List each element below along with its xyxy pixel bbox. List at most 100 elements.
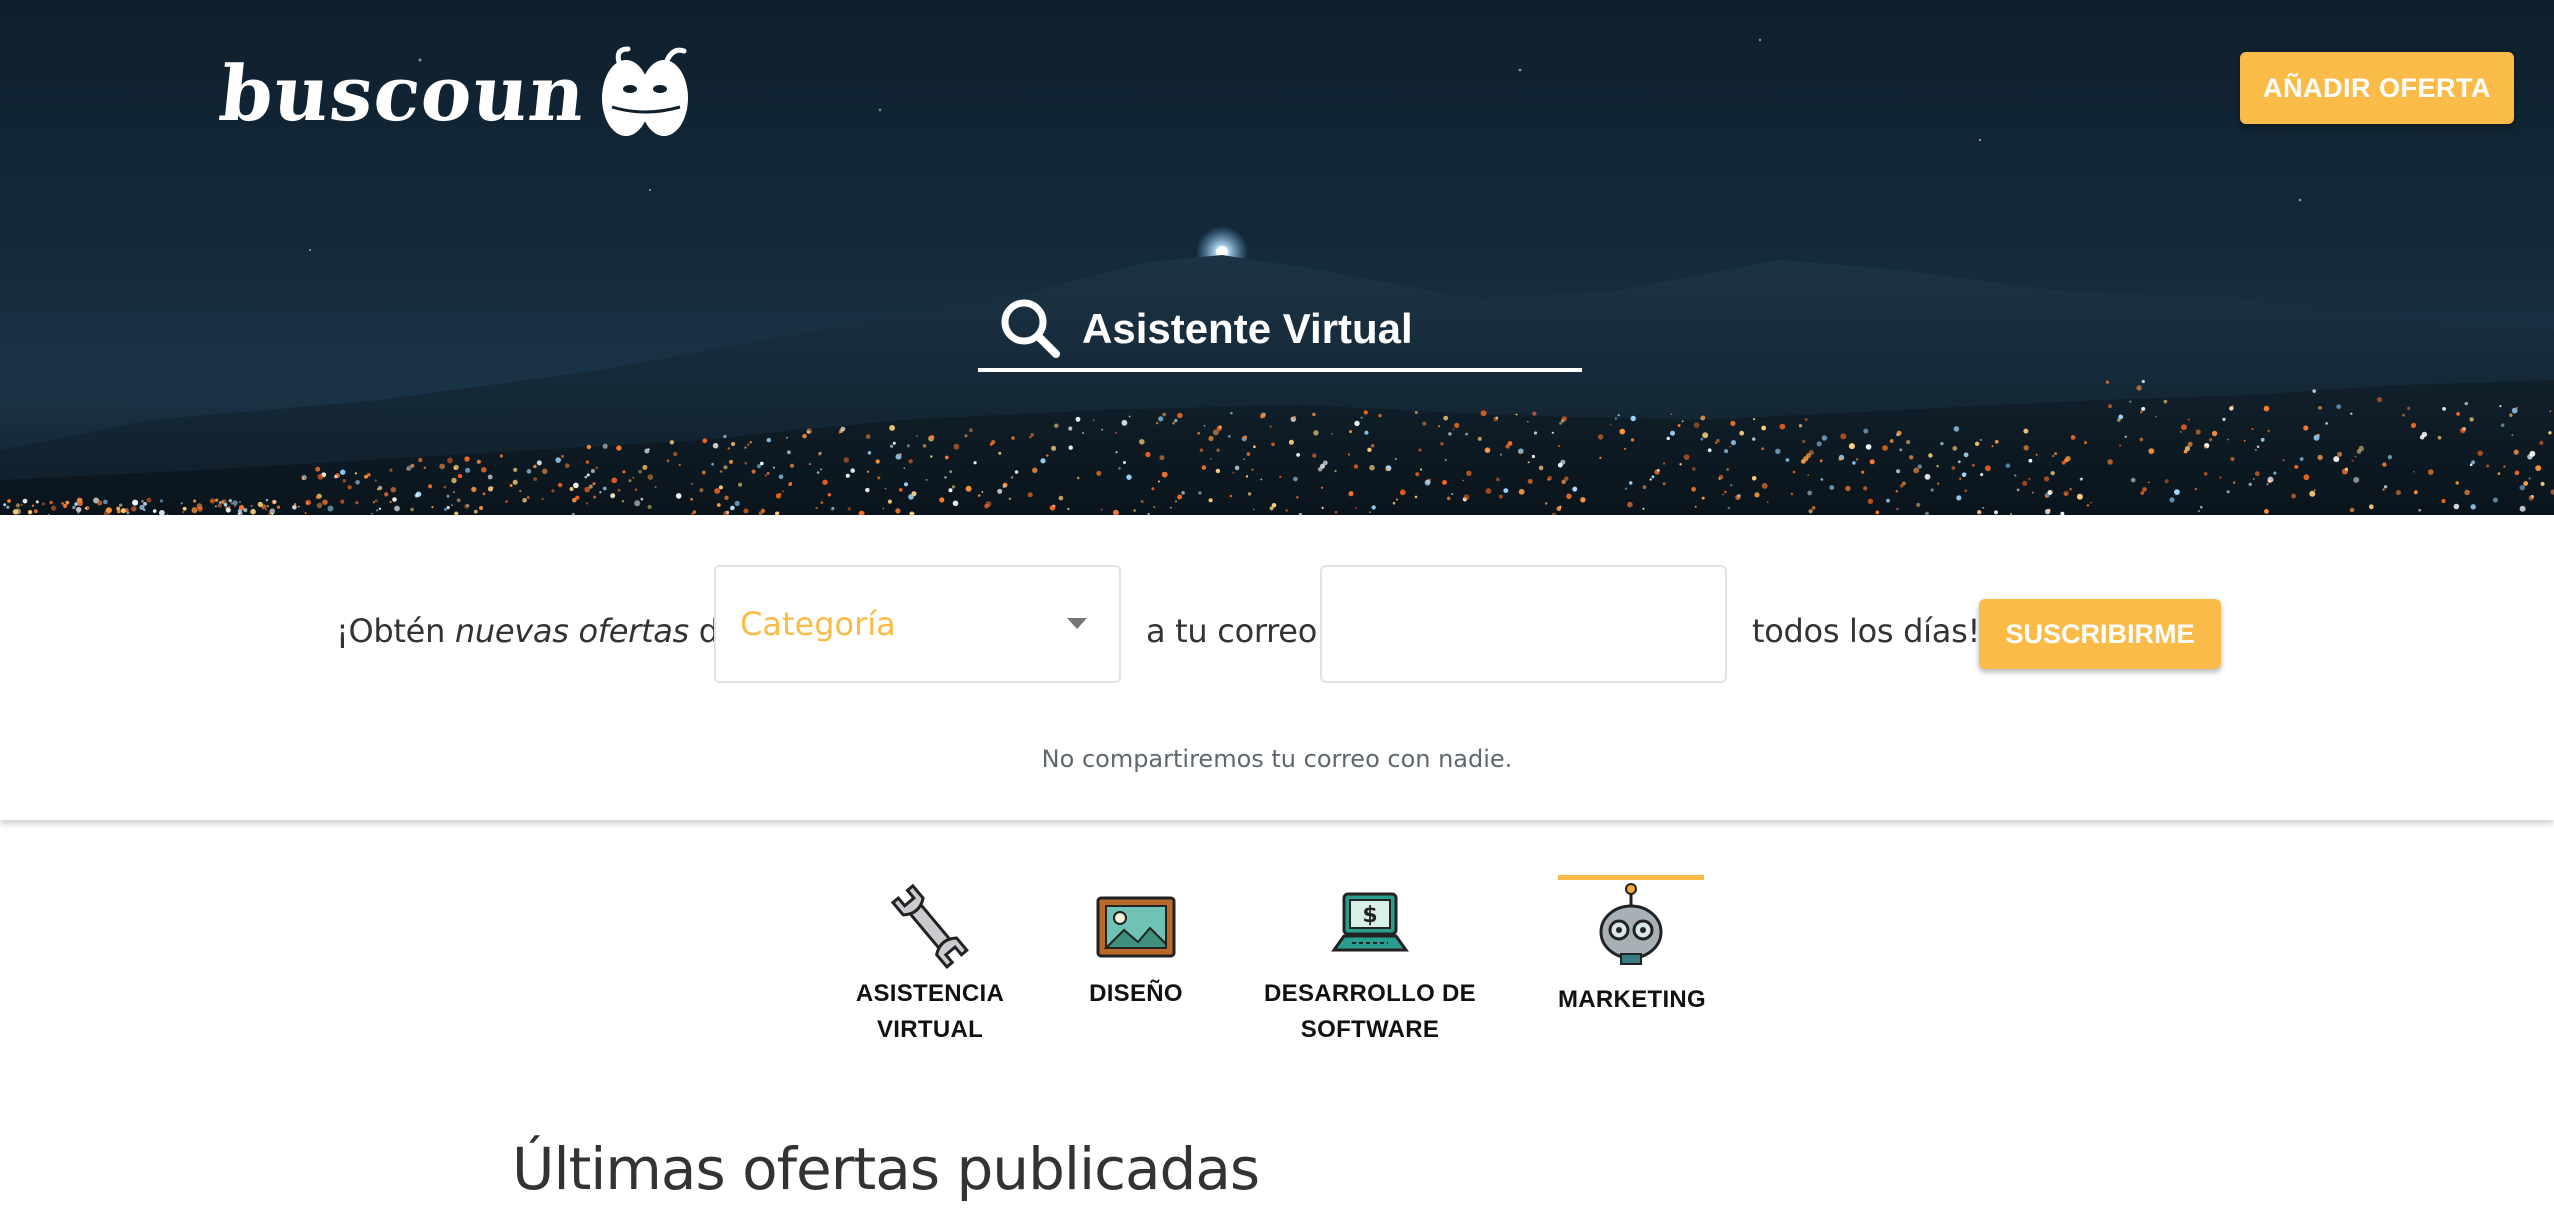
city-light xyxy=(1174,418,1178,423)
city-light xyxy=(2469,417,2474,422)
city-light xyxy=(1538,465,1544,471)
city-light xyxy=(519,489,522,493)
search-bar[interactable] xyxy=(978,290,1582,372)
city-light xyxy=(1909,455,1914,460)
city-light xyxy=(372,501,376,504)
city-light xyxy=(76,506,82,513)
city-light xyxy=(2044,476,2050,482)
city-light xyxy=(1159,455,1165,461)
laptop-dollar-icon: $ xyxy=(1331,892,1409,952)
city-light xyxy=(1123,461,1126,464)
city-light xyxy=(906,444,910,448)
city-light xyxy=(1285,509,1288,512)
city-light xyxy=(1991,445,1994,448)
city-light xyxy=(2181,424,2187,431)
city-light xyxy=(2511,434,2514,437)
city-light xyxy=(2005,463,2011,469)
city-light xyxy=(1293,415,1297,420)
city-light xyxy=(487,474,493,480)
city-light xyxy=(2299,457,2304,461)
search-icon[interactable] xyxy=(996,294,1066,364)
city-light xyxy=(2076,493,2083,500)
city-light xyxy=(1480,410,1487,417)
city-light xyxy=(117,507,121,510)
city-light xyxy=(1126,474,1132,480)
city-light xyxy=(1032,467,1038,473)
city-light xyxy=(2194,488,2197,491)
city-light xyxy=(2294,464,2299,469)
subscribe-suffix-text: todos los días! xyxy=(1752,612,1980,650)
city-light xyxy=(1452,428,1455,431)
city-light xyxy=(1451,493,1454,495)
city-light xyxy=(766,472,770,475)
city-light xyxy=(1952,446,1958,451)
city-light xyxy=(180,502,183,505)
city-light xyxy=(609,493,616,499)
city-light xyxy=(1930,488,1934,492)
city-light xyxy=(1260,412,1266,419)
city-light xyxy=(944,455,949,460)
category-label: MARKETING xyxy=(1558,986,1707,1013)
search-input[interactable] xyxy=(1082,305,1552,353)
city-light xyxy=(522,498,527,503)
city-light xyxy=(2028,477,2031,480)
category-select[interactable]: Categoría xyxy=(714,565,1121,683)
city-light xyxy=(2337,451,2343,457)
city-light xyxy=(315,495,320,500)
city-light xyxy=(1863,486,1868,491)
city-light xyxy=(2437,435,2442,440)
city-light xyxy=(1495,477,1500,482)
city-light xyxy=(1293,476,1298,482)
city-light xyxy=(20,503,23,506)
city-light xyxy=(541,498,544,500)
city-light xyxy=(33,509,38,514)
city-light xyxy=(1624,487,1628,490)
city-light xyxy=(2529,450,2536,457)
category-marketing[interactable]: MARKETING xyxy=(1558,875,1707,1060)
city-light xyxy=(1802,439,1806,444)
city-light xyxy=(487,486,494,492)
city-light xyxy=(1518,451,1522,454)
city-light xyxy=(1808,493,1810,495)
city-light xyxy=(889,425,895,431)
subscribe-emphasis: nuevas ofertas xyxy=(454,612,689,650)
city-light xyxy=(2428,469,2434,475)
city-light xyxy=(2208,438,2213,442)
city-light xyxy=(2419,434,2425,440)
category-diseno[interactable]: DISEÑO xyxy=(1076,880,1196,1060)
city-light xyxy=(1121,419,1128,426)
city-light xyxy=(865,434,871,439)
category-asistencia-virtual[interactable]: ASISTENCIA VIRTUAL xyxy=(848,880,1012,1060)
city-light xyxy=(892,441,896,445)
city-light xyxy=(1821,435,1828,441)
city-light xyxy=(2515,406,2518,410)
city-light xyxy=(1515,413,1518,416)
city-light xyxy=(2089,501,2092,504)
add-offer-button[interactable]: AÑADIR OFERTA xyxy=(2240,52,2514,124)
city-light xyxy=(643,465,648,469)
logo[interactable]: buscoun xyxy=(215,38,692,148)
email-field[interactable] xyxy=(1320,565,1727,683)
city-light xyxy=(2251,428,2254,430)
category-desarrollo-de-software[interactable]: $ DESARROLLO DE SOFTWARE xyxy=(1250,880,1490,1060)
city-light xyxy=(542,468,548,475)
city-light xyxy=(1378,413,1382,418)
city-light xyxy=(3,503,7,507)
city-light xyxy=(322,499,328,505)
city-light xyxy=(2260,437,2265,442)
city-light xyxy=(453,491,455,493)
city-light xyxy=(1852,461,1856,465)
city-light xyxy=(304,512,307,515)
city-light xyxy=(1630,438,1635,442)
city-light xyxy=(930,455,933,458)
city-light xyxy=(1901,481,1906,486)
city-light xyxy=(2291,493,2297,499)
subscribe-button[interactable]: SUSCRIBIRME xyxy=(1979,599,2221,669)
city-light xyxy=(1916,502,1921,507)
city-light xyxy=(1058,495,1064,501)
city-light xyxy=(1724,490,1727,494)
city-light xyxy=(1096,470,1102,476)
city-light xyxy=(1210,458,1212,460)
city-light xyxy=(977,494,981,498)
city-light xyxy=(898,488,903,492)
